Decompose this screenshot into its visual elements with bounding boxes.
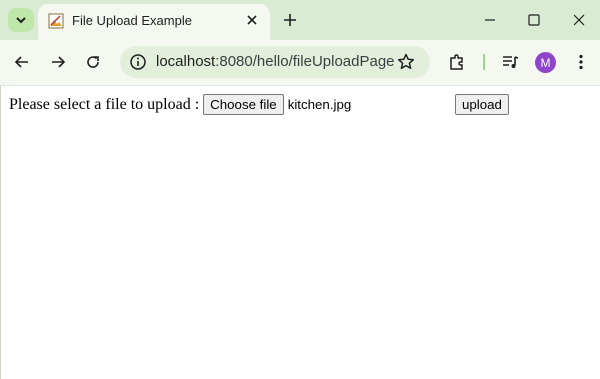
url-host: localhost [156,53,216,70]
browser-toolbar: localhost:8080/hello/fileUploadPage M [0,40,600,86]
tab-search-button[interactable] [8,8,34,32]
reload-icon[interactable] [83,52,103,72]
more-menu-icon[interactable] [571,52,591,72]
tab-file-upload-example[interactable]: File Upload Example [38,4,270,40]
media-queue-icon[interactable] [500,52,520,72]
upload-button[interactable]: upload [455,94,509,115]
toolbar-divider [483,54,485,70]
close-icon[interactable] [244,12,260,28]
upload-prompt: Please select a file to upload : [9,95,200,113]
url-path: :8080/hello/fileUploadPage [215,53,395,70]
tab-strip: File Upload Example [0,0,600,40]
chevron-down-icon [16,17,26,24]
new-tab-plus-icon[interactable] [281,11,299,29]
minimize-icon[interactable] [480,10,500,30]
choose-file-button[interactable]: Choose file [203,94,284,115]
selected-filename: kitchen.jpg [287,97,352,112]
close-window-icon[interactable] [569,10,589,30]
browser-frame: File Upload Example localhost:8080/hello… [0,0,600,86]
upload-form: Please select a file to upload : Choose … [9,94,351,115]
extensions-puzzle-icon[interactable] [447,52,467,72]
bookmark-star-icon[interactable] [396,52,416,72]
url-text[interactable]: localhost:8080/hello/fileUploadPage [156,53,395,70]
profile-avatar[interactable]: M [535,52,556,73]
tab-title: File Upload Example [72,13,192,28]
image-icon [48,13,64,29]
address-bar[interactable]: localhost:8080/hello/fileUploadPage [120,46,430,78]
page-content: Please select a file to upload : Choose … [0,86,600,379]
back-arrow-icon[interactable] [12,52,32,72]
maximize-icon[interactable] [524,10,544,30]
forward-arrow-icon[interactable] [48,52,68,72]
site-info-icon[interactable] [128,52,148,72]
